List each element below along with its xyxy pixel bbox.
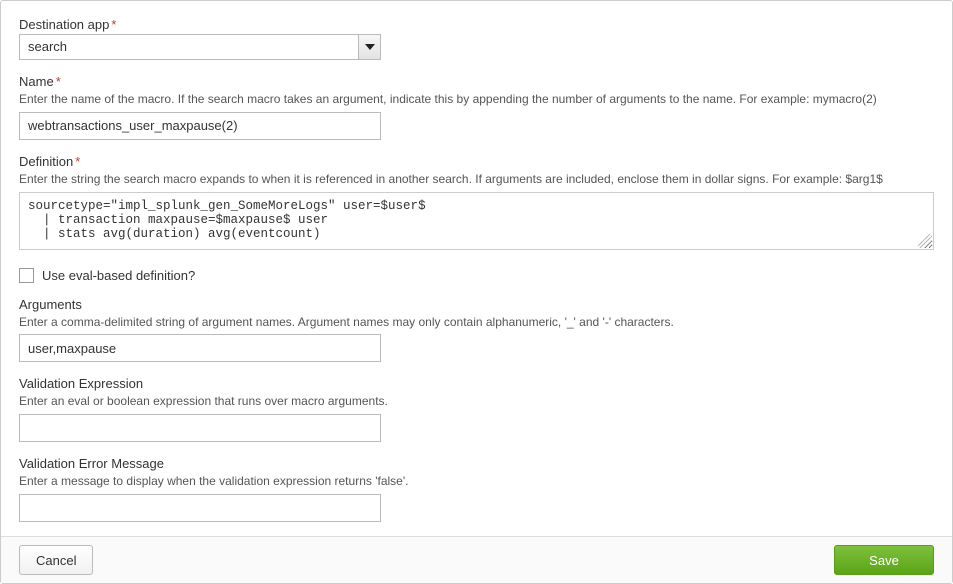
- arguments-input-wrap: [19, 334, 381, 362]
- destination-app-label: Destination app*: [19, 17, 934, 32]
- chevron-down-icon: [365, 44, 375, 50]
- name-label: Name*: [19, 74, 934, 89]
- eval-based-row: Use eval-based definition?: [19, 268, 934, 283]
- field-arguments: Arguments Enter a comma-delimited string…: [19, 297, 934, 363]
- name-label-text: Name: [19, 74, 54, 89]
- definition-label-text: Definition: [19, 154, 73, 169]
- validation-expression-label: Validation Expression: [19, 376, 934, 391]
- field-name: Name* Enter the name of the macro. If th…: [19, 74, 934, 140]
- form-body: Destination app* search Name* Enter the …: [19, 17, 934, 527]
- eval-based-label: Use eval-based definition?: [42, 268, 195, 283]
- arguments-input[interactable]: [19, 334, 381, 362]
- validation-error-label: Validation Error Message: [19, 456, 934, 471]
- name-input[interactable]: [19, 112, 381, 140]
- save-button[interactable]: Save: [834, 545, 934, 575]
- destination-app-value: search: [20, 35, 380, 59]
- definition-textarea[interactable]: sourcetype="impl_splunk_gen_SomeMoreLogs…: [19, 192, 934, 250]
- definition-textarea-wrap: sourcetype="impl_splunk_gen_SomeMoreLogs…: [19, 192, 934, 250]
- destination-app-select[interactable]: search: [19, 34, 381, 60]
- dropdown-button[interactable]: [358, 35, 380, 59]
- arguments-hint: Enter a comma-delimited string of argume…: [19, 314, 934, 331]
- field-validation-error: Validation Error Message Enter a message…: [19, 456, 934, 522]
- required-indicator: *: [111, 17, 116, 32]
- destination-app-label-text: Destination app: [19, 17, 109, 32]
- field-validation-expression: Validation Expression Enter an eval or b…: [19, 376, 934, 442]
- field-destination-app: Destination app* search: [19, 17, 934, 60]
- cancel-button[interactable]: Cancel: [19, 545, 93, 575]
- definition-label: Definition*: [19, 154, 934, 169]
- arguments-label: Arguments: [19, 297, 934, 312]
- macro-form-panel: Destination app* search Name* Enter the …: [0, 0, 953, 584]
- required-indicator: *: [75, 154, 80, 169]
- footer-bar: Cancel Save: [1, 536, 952, 583]
- resize-grip-icon[interactable]: [918, 234, 932, 248]
- validation-expression-input[interactable]: [19, 414, 381, 442]
- name-hint: Enter the name of the macro. If the sear…: [19, 91, 934, 108]
- validation-expression-hint: Enter an eval or boolean expression that…: [19, 393, 934, 410]
- eval-based-checkbox[interactable]: [19, 268, 34, 283]
- validation-error-input[interactable]: [19, 494, 381, 522]
- validation-error-hint: Enter a message to display when the vali…: [19, 473, 934, 490]
- definition-hint: Enter the string the search macro expand…: [19, 171, 934, 188]
- required-indicator: *: [56, 74, 61, 89]
- field-definition: Definition* Enter the string the search …: [19, 154, 934, 250]
